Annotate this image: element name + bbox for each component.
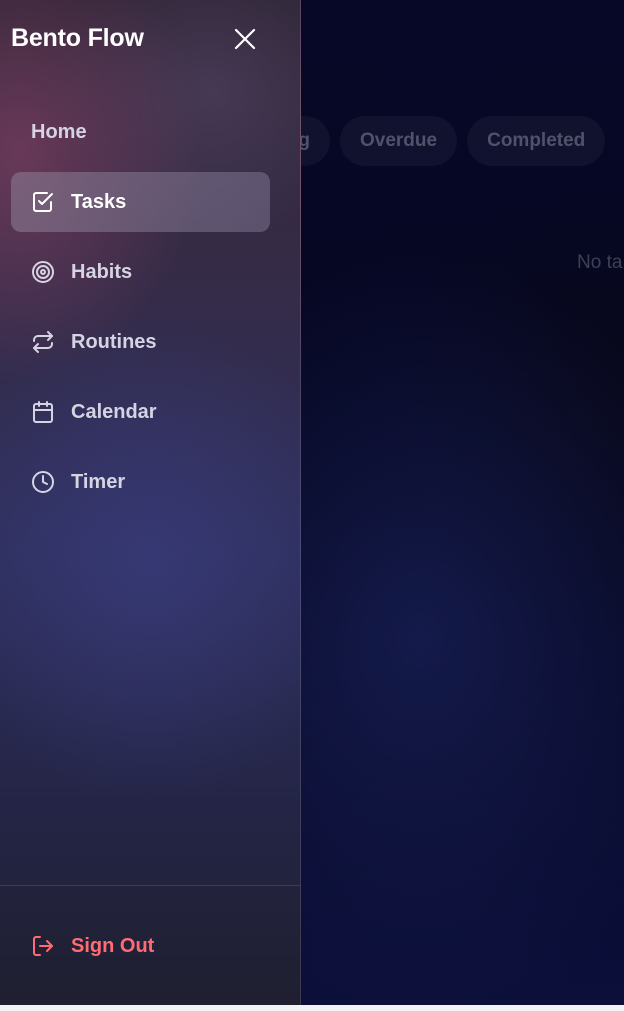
sidebar-item-calendar[interactable]: Calendar [11, 382, 270, 442]
filter-chip-label: Completed [487, 130, 586, 151]
sign-out-icon [31, 934, 55, 958]
sidebar-item-label: Habits [71, 260, 133, 283]
app-root: g Overdue Completed No ta Bento Flow Hom… [0, 0, 624, 1005]
filter-chip-completed[interactable]: Completed [467, 116, 606, 166]
sidebar-item-label: Routines [71, 330, 157, 353]
sidebar-item-home[interactable]: Home [11, 102, 270, 162]
sign-out-label: Sign Out [71, 934, 155, 957]
filter-chip-overdue[interactable]: Overdue [340, 116, 458, 166]
app-title: Bento Flow [11, 24, 144, 52]
repeat-icon [31, 330, 55, 354]
close-icon [233, 27, 257, 51]
empty-state-text: No ta [577, 252, 623, 273]
check-square-icon [31, 190, 55, 214]
sidebar-item-timer[interactable]: Timer [11, 452, 270, 512]
filter-chip-label: Overdue [360, 130, 438, 151]
sidebar-item-habits[interactable]: Habits [11, 242, 270, 302]
sidebar-item-label: Timer [71, 470, 126, 493]
clock-icon [31, 470, 55, 494]
sign-out-button[interactable]: Sign Out [31, 927, 154, 965]
close-drawer-button[interactable] [228, 22, 262, 56]
navigation-drawer: Bento Flow Home Tasks Habits Routines Ca… [0, 0, 301, 1005]
target-icon [31, 260, 55, 284]
drawer-divider [0, 885, 300, 886]
sidebar-item-label: Home [31, 120, 87, 143]
sidebar-item-tasks[interactable]: Tasks [11, 172, 270, 232]
sidebar-item-routines[interactable]: Routines [11, 312, 270, 372]
calendar-icon [31, 400, 55, 424]
sidebar-item-label: Calendar [71, 400, 157, 423]
sidebar-item-label: Tasks [71, 190, 127, 213]
sidebar-nav: Home Tasks Habits Routines Calendar Time… [11, 102, 270, 522]
